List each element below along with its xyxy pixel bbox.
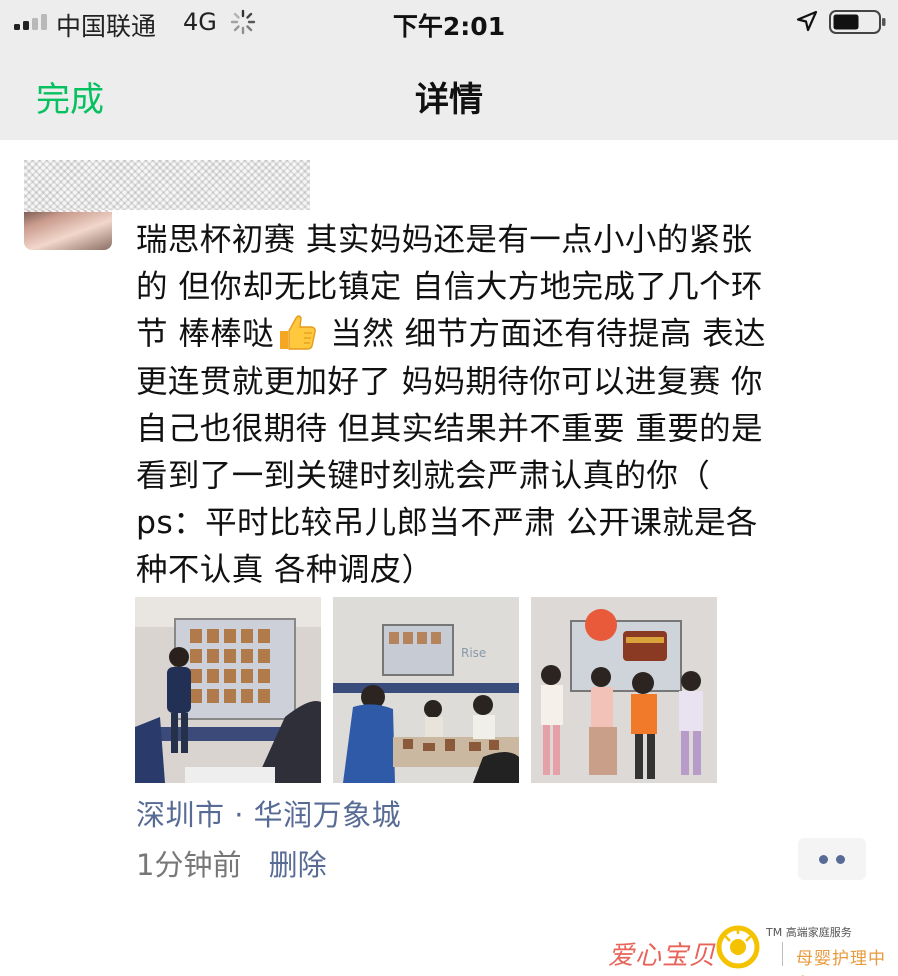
sun-logo-icon	[716, 925, 760, 969]
status-time: 下午2:01	[392, 12, 506, 41]
post-time: 1分钟前	[136, 848, 242, 882]
location-link[interactable]: 深圳市 · 华润万象城	[136, 792, 401, 834]
post-line-with-emoji: 节 棒棒哒 当然 细节方面还有待提高 表达	[136, 311, 876, 358]
nav-bar: 完成 详情	[0, 44, 898, 140]
moment-post: 瑞思杯初赛 其实妈妈还是有一点小小的紧张 的 但你却无比镇定 自信大方地完成了几…	[0, 140, 898, 976]
classroom-presentation-photo[interactable]	[135, 597, 321, 783]
svg-text:Rise: Rise	[461, 646, 486, 660]
more-dots-icon[interactable]	[798, 838, 866, 880]
status-bar: 中国联通 4G 下午2:01	[0, 0, 898, 44]
watermark-tag: TM 高端家庭服务	[766, 926, 852, 939]
post-line: 瑞思杯初赛 其实妈妈还是有一点小小的紧张	[136, 222, 753, 258]
post-text: 瑞思杯初赛 其实妈妈还是有一点小小的紧张 的 但你却无比镇定 自信大方地完成了几…	[136, 217, 876, 595]
delete-button[interactable]: 删除	[269, 848, 327, 882]
location-arrow-icon	[796, 10, 818, 32]
blurred-username	[24, 160, 310, 210]
post-line: 更连贯就更加好了 妈妈期待你可以进复赛 你	[136, 363, 763, 400]
kids-holding-trophy-photo[interactable]	[531, 597, 717, 783]
post-line: 看到了一到关键时刻就会严肃认真的你（	[136, 458, 711, 495]
post-line: ps：平时比较吊儿郎当不严肃 公开课就是各	[136, 505, 758, 542]
post-line: 的 但你却无比镇定 自信大方地完成了几个环	[136, 269, 763, 306]
students-at-desk-photo[interactable]: Rise	[333, 597, 519, 783]
watermark-divider	[782, 942, 783, 966]
post-line: 种不认真 各种调皮）	[136, 552, 434, 589]
photo-grid: Rise	[135, 597, 717, 783]
page-title: 详情	[415, 80, 483, 120]
thumbs-up-icon	[280, 315, 316, 351]
watermark-brand: 爱心宝贝	[608, 941, 717, 971]
battery-icon	[829, 10, 886, 34]
watermark-sub: 母婴护理中心	[796, 949, 886, 976]
post-meta: 1分钟前 删除	[136, 842, 327, 884]
post-line: 自己也很期待 但其实结果并不重要 重要的是	[136, 410, 763, 447]
